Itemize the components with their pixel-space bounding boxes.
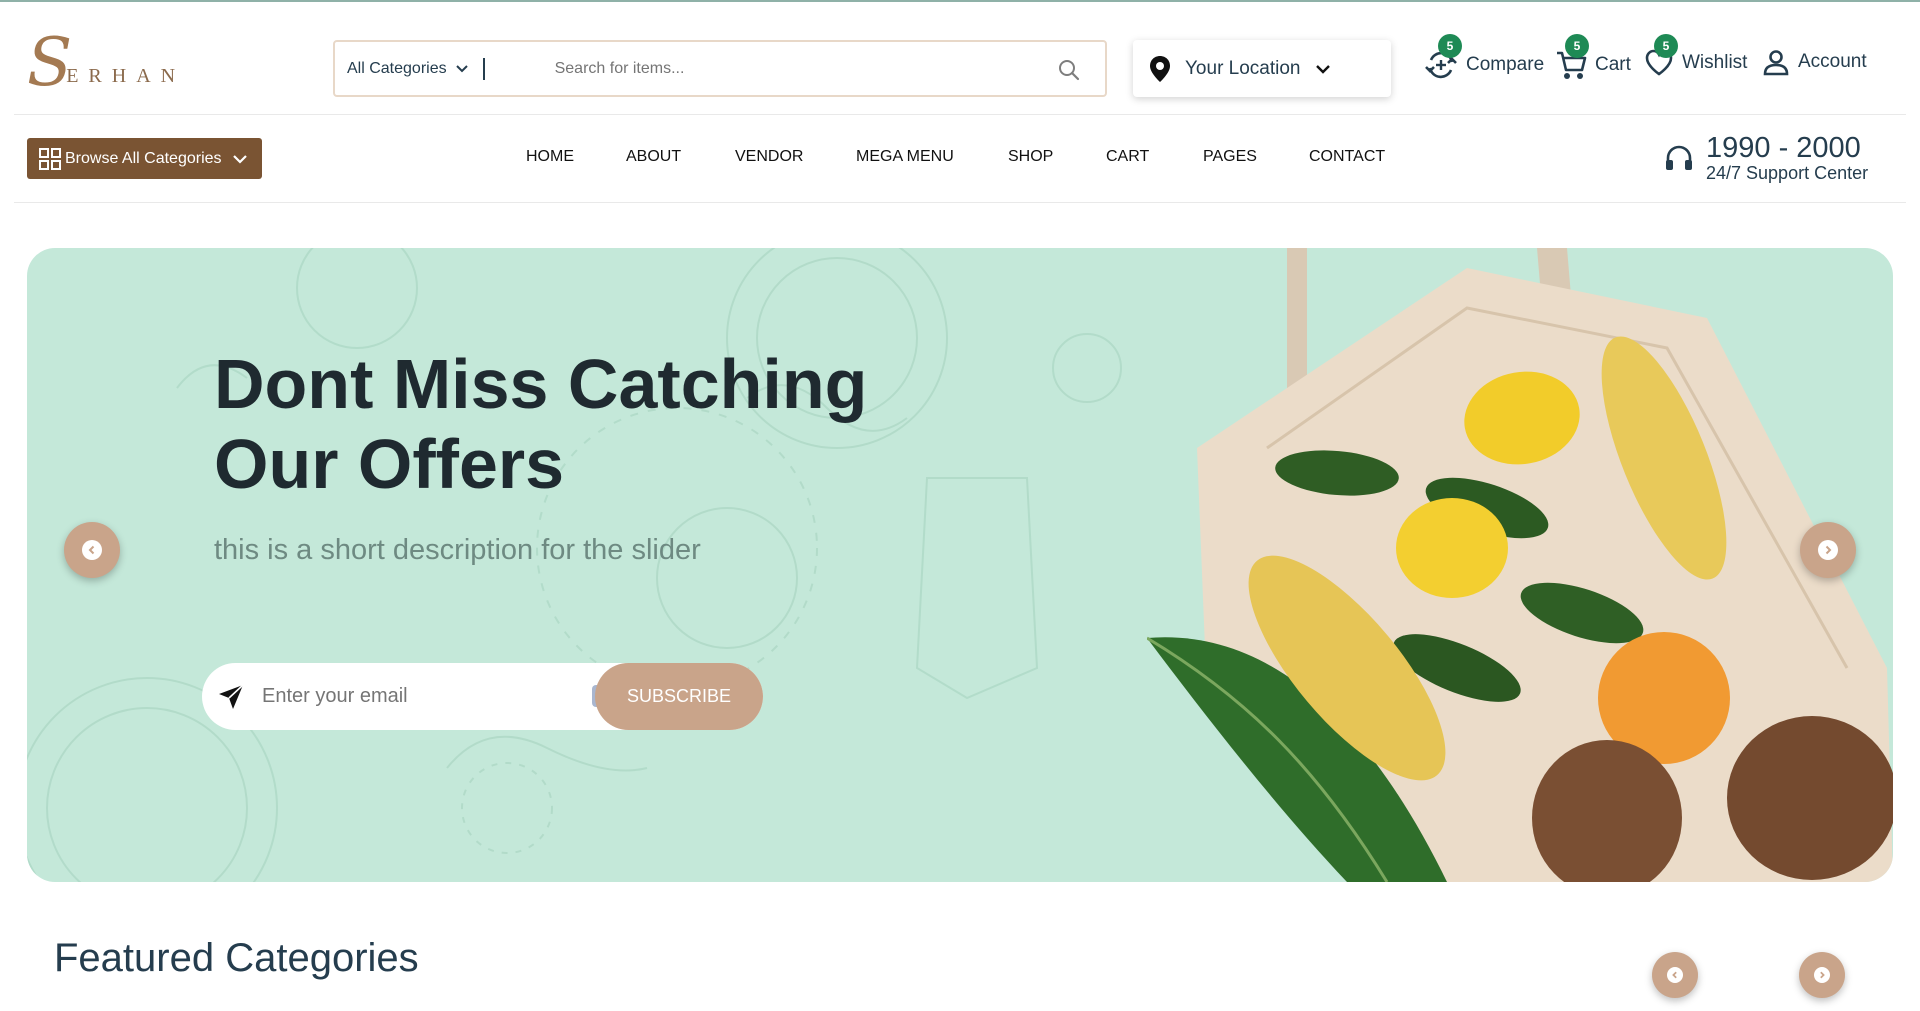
newsletter-form: SUBSCRIBE [202, 663, 763, 730]
search-icon[interactable] [1057, 58, 1081, 82]
compare-label: Compare [1466, 54, 1545, 75]
location-select[interactable]: Your Location [1133, 40, 1391, 97]
header-divider [14, 114, 1906, 115]
search-input[interactable] [554, 59, 1035, 78]
featured-categories-heading: Featured Categories [54, 936, 419, 980]
chevron-right-icon [1814, 967, 1830, 983]
chevron-down-icon [232, 154, 247, 164]
map-pin-icon [1150, 55, 1170, 82]
wishlist-count-badge: 5 [1654, 34, 1678, 58]
account-link[interactable]: Account [1762, 48, 1867, 76]
send-icon [219, 683, 244, 709]
hero-next-button[interactable] [1800, 522, 1856, 578]
compare-link[interactable]: 5 Compare [1424, 34, 1545, 82]
chevron-left-icon [1667, 967, 1683, 983]
location-label: Your Location [1185, 57, 1301, 79]
hero-title-line-1: Dont Miss Catching [214, 345, 868, 423]
nav-cart[interactable]: CART [1106, 148, 1203, 166]
subscribe-button[interactable]: SUBSCRIBE [595, 663, 763, 730]
featured-next-button[interactable] [1799, 952, 1845, 998]
grid-icon [39, 147, 61, 170]
cart-count-badge: 5 [1565, 34, 1589, 58]
nav-shop[interactable]: SHOP [1008, 148, 1106, 166]
chevron-down-icon [1315, 64, 1330, 74]
cart-label: Cart [1595, 54, 1631, 75]
featured-prev-button[interactable] [1652, 952, 1698, 998]
nav-pages[interactable]: PAGES [1203, 148, 1309, 166]
search-divider [482, 57, 485, 80]
nav-divider [14, 202, 1906, 203]
hero-prev-button[interactable] [64, 522, 120, 578]
support-phone: 1990 - 2000 [1706, 132, 1861, 164]
nav-home[interactable]: HOME [526, 148, 626, 166]
hero-title-line-2: Our Offers [214, 425, 565, 503]
hero-produce-image [1147, 248, 1893, 882]
nav-about[interactable]: ABOUT [626, 148, 735, 166]
main-navigation: HOME ABOUT VENDOR MEGA MENU SHOP CART PA… [526, 148, 1385, 166]
hero-title: Dont Miss Catching Our Offers [214, 344, 1014, 504]
browse-categories-label: Browse All Categories [65, 149, 222, 167]
nav-vendor[interactable]: VENDOR [735, 148, 856, 166]
chevron-left-icon [82, 540, 102, 560]
top-strip [0, 0, 1920, 2]
site-logo[interactable]: S ERHAN [27, 30, 177, 96]
chevron-down-icon [455, 64, 468, 72]
nav-mega-menu[interactable]: MEGA MENU [856, 148, 1008, 166]
wishlist-label: Wishlist [1682, 52, 1748, 73]
nav-contact[interactable]: CONTACT [1309, 148, 1385, 166]
support-label: 24/7 Support Center [1706, 163, 1869, 183]
wishlist-link[interactable]: 5 Wishlist [1644, 34, 1748, 78]
browse-categories-button[interactable]: Browse All Categories [27, 138, 262, 179]
cart-link[interactable]: 5 Cart [1555, 34, 1631, 82]
support-contact: 1990 - 2000 24/7 Support Center [1664, 134, 1868, 182]
search-bar: All Categories [333, 40, 1107, 97]
user-icon [1763, 50, 1789, 76]
logo-wordmark: ERHAN [66, 65, 186, 87]
compare-count-badge: 5 [1438, 34, 1462, 58]
chevron-right-icon [1818, 540, 1838, 560]
email-input[interactable] [262, 685, 552, 708]
hero-description: this is a short description for the slid… [214, 534, 701, 566]
headphones-icon [1666, 145, 1692, 170]
category-select[interactable]: All Categories [335, 42, 469, 95]
account-label: Account [1798, 51, 1867, 72]
category-select-label: All Categories [347, 59, 447, 77]
hero-slider: Dont Miss Catching Our Offers this is a … [27, 248, 1893, 882]
